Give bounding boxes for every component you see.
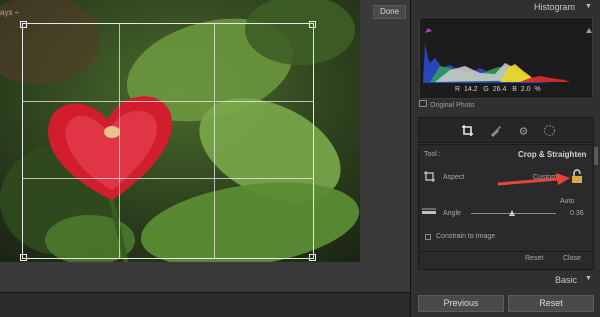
tool-label: Tool : — [424, 151, 441, 158]
crop-handle[interactable] — [309, 254, 316, 261]
angle-value[interactable]: 0.36 — [570, 210, 584, 217]
g-label: G — [483, 86, 489, 93]
crop-icon[interactable] — [461, 124, 474, 137]
section-divider — [418, 251, 594, 252]
red-arrow-icon — [497, 173, 570, 186]
grid-line — [214, 24, 216, 258]
auto-button[interactable]: Auto — [560, 198, 574, 205]
lock-icon[interactable] — [571, 169, 583, 184]
basic-title: Basic — [555, 275, 578, 285]
original-photo-label: Original Photo — [430, 102, 475, 109]
grid-line — [23, 178, 313, 180]
shadow-clip-icon — [425, 28, 432, 33]
panel-scrollbar[interactable] — [594, 147, 598, 165]
tool-strip — [418, 117, 594, 143]
crop-handle[interactable] — [20, 254, 27, 261]
reset-button[interactable]: Reset — [508, 295, 594, 312]
r-value: 14.2 — [463, 86, 478, 93]
original-photo-toggle[interactable]: Original Photo — [419, 100, 474, 109]
crop-handle[interactable] — [20, 21, 27, 28]
g-value: 26.4 — [492, 86, 507, 93]
ways-selector[interactable]: ays ÷ — [0, 8, 19, 17]
crop-close-button[interactable]: Close — [563, 255, 581, 262]
crop-handle[interactable] — [309, 21, 316, 28]
angle-slider-knob[interactable] — [509, 210, 515, 216]
b-value: 2.0 — [520, 86, 531, 93]
brush-icon[interactable] — [489, 124, 502, 137]
bottom-toolbar — [0, 292, 410, 317]
circle-icon[interactable] — [543, 124, 556, 137]
histogram-collapse-icon[interactable]: ▼ — [585, 3, 592, 10]
checkbox-icon — [419, 100, 427, 107]
crop-overlay[interactable] — [20, 21, 316, 261]
percent-symbol: % — [534, 86, 541, 93]
straighten-icon[interactable] — [421, 207, 437, 217]
histogram-title: Histogram — [534, 2, 576, 12]
constrain-label: Constrain to Image — [436, 233, 496, 240]
highlight-clip-icon — [586, 28, 592, 33]
b-label: B — [512, 86, 517, 93]
constrain-checkbox[interactable] — [425, 234, 431, 240]
eye-icon[interactable] — [517, 124, 530, 137]
grid-line — [23, 101, 313, 103]
histogram-values: R 14.2 G 26.4 B 2.0 % — [455, 86, 541, 93]
aspect-crop-icon — [424, 171, 435, 182]
grid-line — [118, 24, 120, 258]
r-label: R — [455, 86, 461, 93]
aspect-label: Aspect — [443, 174, 465, 181]
basic-expand-icon[interactable]: ▼ — [585, 275, 592, 282]
angle-label: Angle — [443, 210, 461, 217]
tool-name: Crop & Straighten — [518, 150, 587, 159]
done-button[interactable]: Done — [373, 5, 406, 19]
crop-reset-button[interactable]: Reset — [525, 255, 543, 262]
basic-panel-header[interactable]: Basic ▼ — [418, 272, 594, 288]
previous-button[interactable]: Previous — [418, 295, 504, 312]
